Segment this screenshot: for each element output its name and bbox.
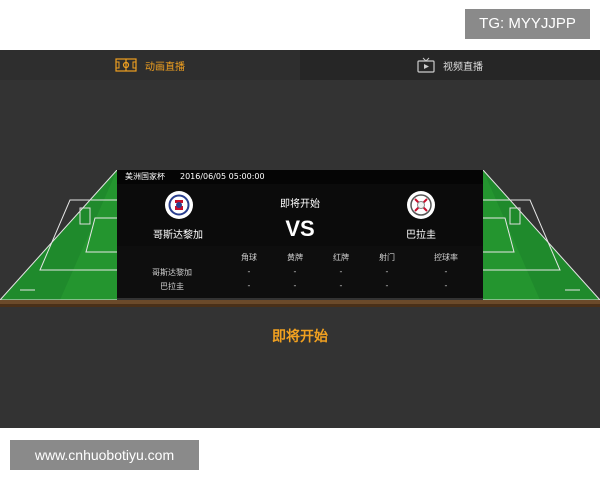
- stat-row-team: 巴拉圭: [160, 282, 184, 291]
- away-team-name: 巴拉圭: [406, 230, 436, 241]
- tab-bar: 动画直播 视频直播: [0, 50, 600, 80]
- vs-label: VS: [285, 216, 315, 241]
- live-app: 动画直播 视频直播 美洲国家杯 2016/06/05 05:00:00 哥斯达黎…: [0, 50, 600, 428]
- home-team-logo: [165, 191, 193, 219]
- competition-name: 美洲国家杯: [125, 172, 165, 181]
- stat-header-yellow: 黄牌: [287, 253, 303, 262]
- stats-table: 角球 黄牌 红牌 射门 控球率 哥斯达黎加 - - - - - 巴拉圭 - - …: [117, 246, 483, 298]
- top-watermark: TG: MYYJJPP: [465, 9, 590, 39]
- match-datetime: 2016/06/05 05:00:00: [180, 172, 265, 181]
- match-status: 即将开始: [280, 199, 320, 210]
- stat-header-possession: 控球率: [434, 253, 458, 262]
- stat-cell: -: [385, 281, 389, 290]
- away-team-logo: [407, 191, 435, 219]
- stat-cell: -: [444, 281, 448, 290]
- tab-video-label: 视频直播: [443, 61, 483, 73]
- stat-cell: -: [247, 267, 251, 276]
- tv-icon: [417, 57, 435, 73]
- match-header: 美洲国家杯 2016/06/05 05:00:00: [117, 170, 483, 184]
- stat-header-shots: 射门: [379, 253, 395, 262]
- stat-cell: -: [444, 267, 448, 276]
- tab-animation-live[interactable]: 动画直播: [0, 50, 300, 80]
- stat-cell: -: [247, 281, 251, 290]
- tab-video-live[interactable]: 视频直播: [300, 50, 600, 80]
- match-panel: 美洲国家杯 2016/06/05 05:00:00 哥斯达黎加 即将开始 VS …: [117, 170, 483, 298]
- pitch-icon: [115, 58, 137, 72]
- stat-header-corners: 角球: [241, 253, 257, 262]
- stat-header-red: 红牌: [333, 253, 349, 262]
- stat-row-team: 哥斯达黎加: [152, 268, 192, 277]
- stat-cell: -: [293, 281, 297, 290]
- stat-cell: -: [385, 267, 389, 276]
- stat-cell: -: [293, 267, 297, 276]
- stat-cell: -: [339, 267, 343, 276]
- home-team-name: 哥斯达黎加: [153, 230, 203, 241]
- stat-cell: -: [339, 281, 343, 290]
- bottom-watermark: www.cnhuobotiyu.com: [10, 440, 199, 470]
- match-status-banner: 即将开始: [272, 329, 328, 345]
- tab-animation-label: 动画直播: [145, 61, 185, 73]
